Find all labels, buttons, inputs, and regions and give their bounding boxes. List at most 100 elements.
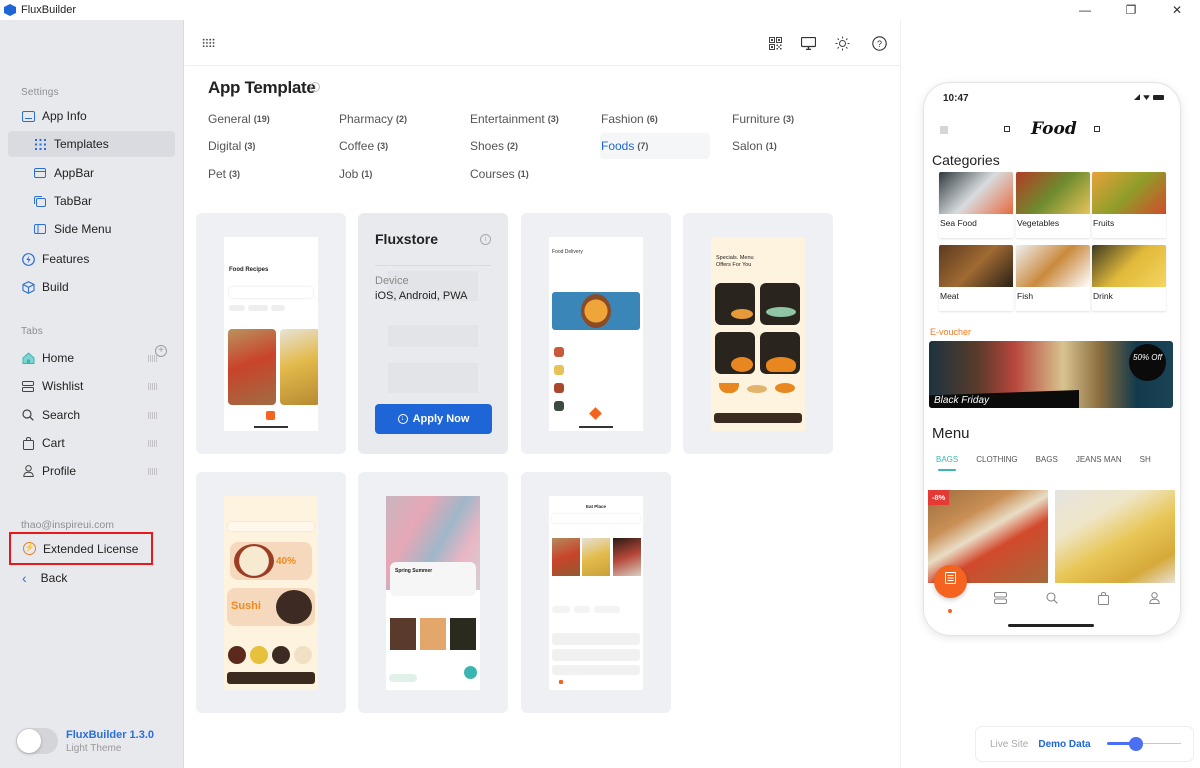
help-icon[interactable]: ? <box>871 35 887 51</box>
sidebar-tab-cart[interactable]: Cart <box>8 430 175 456</box>
category-tile[interactable]: Meat <box>939 245 1013 311</box>
category-furniture[interactable]: Furniture (3) <box>732 106 842 132</box>
user-email: thao@inspireui.com <box>21 519 114 531</box>
extended-license-button[interactable]: ⚡ Extended License <box>9 532 153 565</box>
category-name: Entertainment <box>470 112 545 126</box>
templates-icon <box>33 137 47 151</box>
template-card-sushi[interactable]: 40% Sushi <box>196 472 346 713</box>
sidebar-item-build[interactable]: Build <box>8 274 175 300</box>
menu-tab[interactable]: BAGS <box>936 455 958 471</box>
category-pharmacy[interactable]: Pharmacy (2) <box>339 106 449 132</box>
sidebar-tab-home[interactable]: Home <box>8 345 175 371</box>
preview-zoom-slider[interactable] <box>1106 737 1181 751</box>
device-label: Device <box>375 275 409 287</box>
category-coffee[interactable]: Coffee (3) <box>339 133 449 159</box>
back-label: Back <box>40 571 68 585</box>
preview-data-controls: Live Site Demo Data <box>976 727 1193 761</box>
sidebar-item-tabbar[interactable]: TabBar <box>8 188 175 214</box>
category-tile[interactable]: Fruits <box>1092 172 1166 238</box>
drag-handle-icon[interactable] <box>148 412 157 419</box>
drag-handle-icon[interactable] <box>148 468 157 475</box>
user-icon[interactable] <box>1147 592 1161 606</box>
slider-thumb[interactable] <box>1129 737 1144 751</box>
preview-appbar: Food <box>924 119 1180 143</box>
category-tile[interactable]: Vegetables <box>1016 172 1090 238</box>
back-button[interactable]: ‹ Back <box>22 570 67 586</box>
apps-grid-icon[interactable] <box>202 38 215 47</box>
template-card-specials[interactable]: Specials. Menu Offers For You <box>683 213 833 454</box>
template-preview: Food Recipes <box>224 237 318 431</box>
settings-section-label: Settings <box>21 87 59 98</box>
window-title: FluxBuilder <box>21 4 77 16</box>
desktop-icon[interactable] <box>800 35 816 51</box>
apply-now-button[interactable]: ↓ Apply Now <box>375 404 492 434</box>
voucher-banner[interactable]: Black Friday 50% Off <box>929 341 1173 408</box>
template-card-food-recipes[interactable]: Food Recipes <box>196 213 346 454</box>
sidebar-item-templates[interactable]: Templates <box>8 131 175 157</box>
category-name: Foods <box>601 139 635 153</box>
menu-tab[interactable]: JEANS MAN <box>1076 455 1122 464</box>
search-icon[interactable] <box>1045 592 1059 606</box>
minimize-button[interactable]: — <box>1062 0 1108 20</box>
menu-grid-icon[interactable] <box>940 126 948 134</box>
product-card[interactable] <box>1055 490 1175 585</box>
template-card-food-delivery[interactable]: Food Delivery <box>521 213 671 454</box>
menu-tab[interactable]: SH <box>1140 455 1151 464</box>
category-tile[interactable]: Fish <box>1016 245 1090 311</box>
sidebar-item-label: App Info <box>42 109 87 123</box>
category-count: (3) <box>244 141 256 151</box>
sidebar-tab-wishlist[interactable]: Wishlist <box>8 373 175 399</box>
apply-now-label: Apply Now <box>412 413 470 425</box>
template-card-spring-summer[interactable]: Spring Summer <box>358 472 508 713</box>
category-foods[interactable]: Foods (7) <box>600 133 710 159</box>
template-card-eat-place[interactable]: Eat Place <box>521 472 671 713</box>
category-salon[interactable]: Salon (1) <box>732 133 842 159</box>
sidebar-item-features[interactable]: Features <box>8 246 175 272</box>
drag-handle-icon[interactable] <box>148 440 157 447</box>
menu-tab[interactable]: BAGS <box>1036 455 1058 464</box>
preview-logo: Food <box>1031 119 1077 139</box>
info-icon[interactable]: i <box>480 234 491 245</box>
category-courses[interactable]: Courses (1) <box>470 161 580 187</box>
category-tile[interactable]: Sea Food <box>939 172 1013 238</box>
sidebar-tab-label: Home <box>42 351 75 365</box>
category-pet[interactable]: Pet (3) <box>208 161 318 187</box>
sidebar-tab-profile[interactable]: Profile <box>8 458 175 484</box>
wishlist-icon[interactable] <box>994 592 1008 606</box>
template-preview: Eat Place <box>549 496 643 690</box>
info-icon[interactable]: i <box>310 82 320 92</box>
category-tile[interactable]: Drink <box>1092 245 1166 311</box>
template-card-fluxstore[interactable]: Fluxstore i Device iOS, Android, PWA ↓ A… <box>358 213 508 454</box>
download-icon: ↓ <box>397 414 408 424</box>
category-digital[interactable]: Digital (3) <box>208 133 318 159</box>
qr-code-icon[interactable] <box>767 35 783 51</box>
drag-handle-icon[interactable] <box>148 383 157 390</box>
theme-toggle[interactable] <box>16 728 58 754</box>
small-square-icon[interactable] <box>1004 126 1010 132</box>
page-title: App Template <box>208 78 316 97</box>
banner-title: Black Friday <box>929 390 1079 408</box>
sidebar-item-side-menu[interactable]: Side Menu <box>8 216 175 242</box>
category-tile-label: Sea Food <box>940 218 977 228</box>
wifi-icon <box>1143 95 1150 100</box>
demo-data-option[interactable]: Demo Data <box>1038 739 1090 750</box>
sidebar-tab-search[interactable]: Search <box>8 402 175 428</box>
menu-fab-button[interactable] <box>934 565 967 598</box>
sidebar-item-appbar[interactable]: AppBar <box>8 160 175 186</box>
category-fashion[interactable]: Fashion (6) <box>601 106 711 132</box>
brightness-icon[interactable] <box>834 35 850 51</box>
category-general[interactable]: General (19) <box>208 106 318 132</box>
discount-badge: -8% <box>928 490 950 505</box>
category-entertainment[interactable]: Entertainment (3) <box>470 106 580 132</box>
category-job[interactable]: Job (1) <box>339 161 449 187</box>
category-shoes[interactable]: Shoes (2) <box>470 133 580 159</box>
drag-handle-icon[interactable] <box>148 355 157 362</box>
tabbar-icon <box>33 194 47 208</box>
small-square-icon[interactable] <box>1094 126 1100 132</box>
sidebar-item-app-info[interactable]: App Info <box>8 103 175 129</box>
menu-tab[interactable]: CLOTHING <box>976 455 1017 464</box>
live-site-option[interactable]: Live Site <box>990 739 1028 750</box>
bag-icon[interactable] <box>1096 591 1110 606</box>
close-button[interactable]: ✕ <box>1154 0 1200 20</box>
restore-button[interactable]: ❐ <box>1108 0 1154 20</box>
